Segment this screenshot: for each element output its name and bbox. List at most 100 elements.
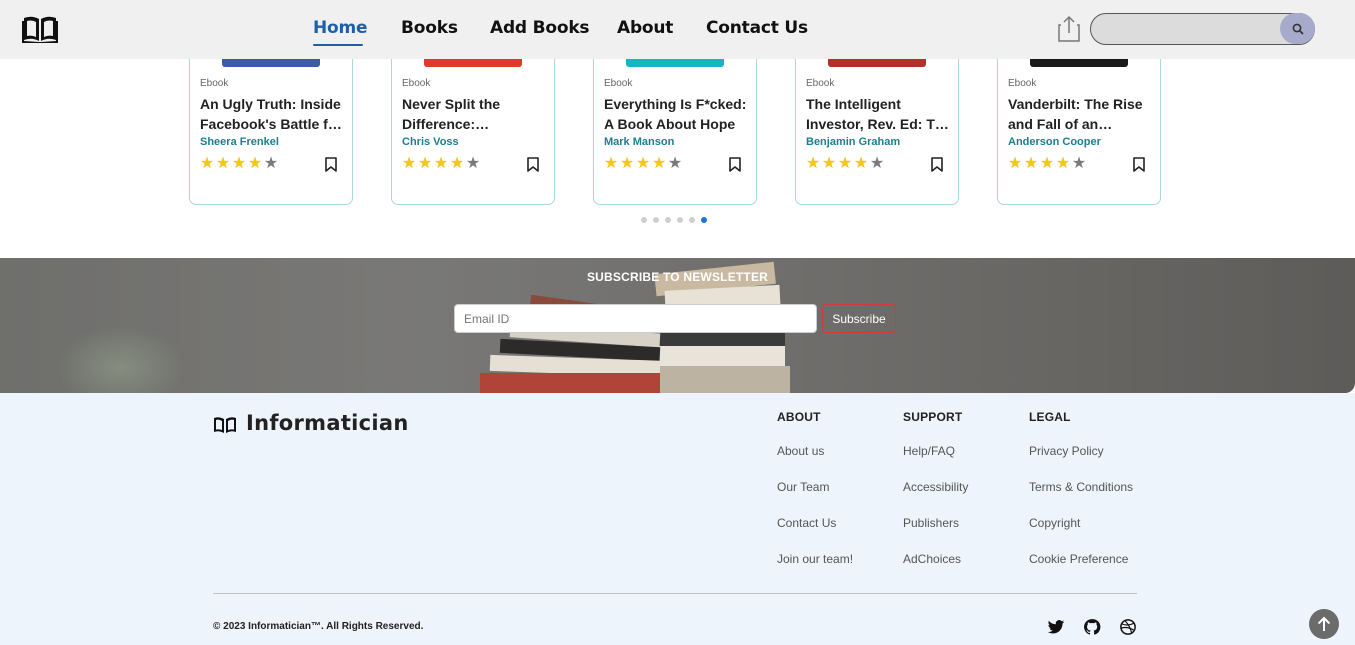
book-rating: ★ ★ ★ ★ ★ bbox=[401, 155, 481, 171]
book-author[interactable]: Mark Manson bbox=[604, 136, 674, 148]
scroll-to-top-button[interactable] bbox=[1309, 609, 1339, 639]
star-icon: ★ bbox=[805, 153, 821, 172]
footer-brand: Informatician bbox=[246, 411, 409, 435]
book-title[interactable]: An Ugly Truth: Inside Facebook's Battle … bbox=[200, 94, 348, 134]
star-icon: ★ bbox=[1023, 153, 1039, 172]
footer-link-accessibility[interactable]: Accessibility bbox=[903, 480, 968, 494]
book-cover[interactable] bbox=[222, 59, 320, 67]
bookmark-icon[interactable] bbox=[325, 157, 337, 172]
book-cover[interactable] bbox=[828, 59, 926, 67]
footer-heading: SUPPORT bbox=[903, 410, 963, 424]
subscribe-button[interactable]: Subscribe bbox=[822, 304, 896, 333]
book-rating: ★ ★ ★ ★ ★ bbox=[805, 155, 885, 171]
footer-link-terms[interactable]: Terms & Conditions bbox=[1029, 480, 1133, 494]
star-icon: ★ bbox=[821, 153, 837, 172]
share-icon[interactable] bbox=[1057, 15, 1081, 43]
star-icon: ★ bbox=[231, 153, 247, 172]
search-icon bbox=[1292, 23, 1304, 35]
star-icon: ★ bbox=[1007, 153, 1023, 172]
carousel-dot[interactable] bbox=[641, 217, 647, 223]
book-card[interactable]: Ebook The Intelligent Investor, Rev. Ed: … bbox=[795, 40, 959, 205]
star-icon: ★ bbox=[619, 153, 635, 172]
book-title[interactable]: The Intelligent Investor, Rev. Ed: The D… bbox=[806, 94, 954, 134]
book-cover[interactable] bbox=[1030, 59, 1128, 67]
footer-link-help-faq[interactable]: Help/FAQ bbox=[903, 444, 955, 458]
carousel-dot[interactable] bbox=[653, 217, 659, 223]
newsletter-title: SUBSCRIBE TO NEWSLETTER bbox=[586, 270, 769, 284]
star-icon: ★ bbox=[651, 153, 667, 172]
star-icon: ★ bbox=[603, 153, 619, 172]
carousel-dot[interactable] bbox=[665, 217, 671, 223]
footer-column-support: SUPPORT Help/FAQ Accessibility Publisher… bbox=[903, 410, 968, 566]
footer-link-publishers[interactable]: Publishers bbox=[903, 516, 959, 530]
star-icon: ★ bbox=[401, 153, 417, 172]
book-card[interactable]: Ebook Never Split the Difference: Negotia… bbox=[391, 40, 555, 205]
star-icon: ★ bbox=[433, 153, 449, 172]
twitter-icon[interactable] bbox=[1047, 618, 1065, 636]
github-icon[interactable] bbox=[1083, 618, 1101, 636]
book-card[interactable]: Ebook Everything Is F*cked: A Book About … bbox=[593, 40, 757, 205]
bookmark-icon[interactable] bbox=[729, 157, 741, 172]
search-bar bbox=[1090, 13, 1315, 45]
book-cover[interactable] bbox=[424, 59, 522, 67]
carousel-dot[interactable] bbox=[677, 217, 683, 223]
book-title[interactable]: Never Split the Difference: Negotiating … bbox=[402, 94, 550, 134]
bookmark-icon[interactable] bbox=[527, 157, 539, 172]
nav-link-contact-us[interactable]: Contact Us bbox=[706, 18, 808, 38]
book-author[interactable]: Chris Voss bbox=[402, 136, 459, 148]
book-author[interactable]: Benjamin Graham bbox=[806, 136, 900, 148]
book-card[interactable]: Ebook An Ugly Truth: Inside Facebook's Ba… bbox=[189, 40, 353, 205]
carousel-dot[interactable] bbox=[701, 217, 707, 223]
book-rating: ★ ★ ★ ★ ★ bbox=[1007, 155, 1087, 171]
book-type: Ebook bbox=[806, 78, 835, 89]
footer-heading: ABOUT bbox=[777, 410, 821, 424]
search-button[interactable] bbox=[1280, 13, 1315, 44]
footer-link-cookie-preference[interactable]: Cookie Preference bbox=[1029, 552, 1128, 566]
book-type: Ebook bbox=[200, 78, 229, 89]
book-title[interactable]: Vanderbilt: The Rise and Fall of an Amer… bbox=[1008, 94, 1156, 134]
navbar: Home Books Add Books About Contact Us bbox=[0, 0, 1355, 59]
open-book-icon bbox=[214, 417, 236, 433]
star-icon: ★ bbox=[465, 153, 481, 172]
footer-link-contact-us[interactable]: Contact Us bbox=[777, 516, 836, 530]
book-author[interactable]: Sheera Frenkel bbox=[200, 136, 279, 148]
book-type: Ebook bbox=[402, 78, 431, 89]
footer-link-privacy-policy[interactable]: Privacy Policy bbox=[1029, 444, 1104, 458]
bookmark-icon[interactable] bbox=[1133, 157, 1145, 172]
book-title[interactable]: Everything Is F*cked: A Book About Hope bbox=[604, 94, 752, 134]
star-icon: ★ bbox=[869, 153, 885, 172]
star-icon: ★ bbox=[449, 153, 465, 172]
book-author[interactable]: Anderson Cooper bbox=[1008, 136, 1101, 148]
footer-link-join-team[interactable]: Join our team! bbox=[777, 552, 853, 566]
footer-link-about-us[interactable]: About us bbox=[777, 444, 824, 458]
footer-column-legal: LEGAL Privacy Policy Terms & Conditions … bbox=[1029, 410, 1133, 566]
book-cover[interactable] bbox=[626, 59, 724, 67]
footer-link-copyright[interactable]: Copyright bbox=[1029, 516, 1080, 530]
star-icon: ★ bbox=[1039, 153, 1055, 172]
arrow-up-icon bbox=[1317, 616, 1331, 631]
book-rating: ★ ★ ★ ★ ★ bbox=[603, 155, 683, 171]
nav-link-add-books[interactable]: Add Books bbox=[490, 18, 590, 38]
book-card[interactable]: Ebook Vanderbilt: The Rise and Fall of an… bbox=[997, 40, 1161, 205]
book-rating: ★ ★ ★ ★ ★ bbox=[199, 155, 279, 171]
footer-link-adchoices[interactable]: AdChoices bbox=[903, 552, 961, 566]
newsletter-email-input[interactable] bbox=[454, 304, 817, 333]
book-type: Ebook bbox=[1008, 78, 1037, 89]
star-icon: ★ bbox=[417, 153, 433, 172]
star-icon: ★ bbox=[1071, 153, 1087, 172]
bookmark-icon[interactable] bbox=[931, 157, 943, 172]
open-book-icon[interactable] bbox=[22, 15, 58, 43]
search-input[interactable] bbox=[1099, 16, 1279, 42]
footer: Informatician ABOUT About us Our Team Co… bbox=[0, 393, 1355, 645]
nav-link-home[interactable]: Home bbox=[313, 18, 368, 38]
footer-link-our-team[interactable]: Our Team bbox=[777, 480, 829, 494]
star-icon: ★ bbox=[837, 153, 853, 172]
carousel-dot[interactable] bbox=[689, 217, 695, 223]
nav-link-books[interactable]: Books bbox=[401, 18, 458, 38]
nav-link-about[interactable]: About bbox=[617, 18, 673, 38]
star-icon: ★ bbox=[667, 153, 683, 172]
dribbble-icon[interactable] bbox=[1119, 618, 1137, 636]
star-icon: ★ bbox=[263, 153, 279, 172]
star-icon: ★ bbox=[1055, 153, 1071, 172]
copyright-text: © 2023 Informatician™. All Rights Reserv… bbox=[213, 621, 424, 632]
